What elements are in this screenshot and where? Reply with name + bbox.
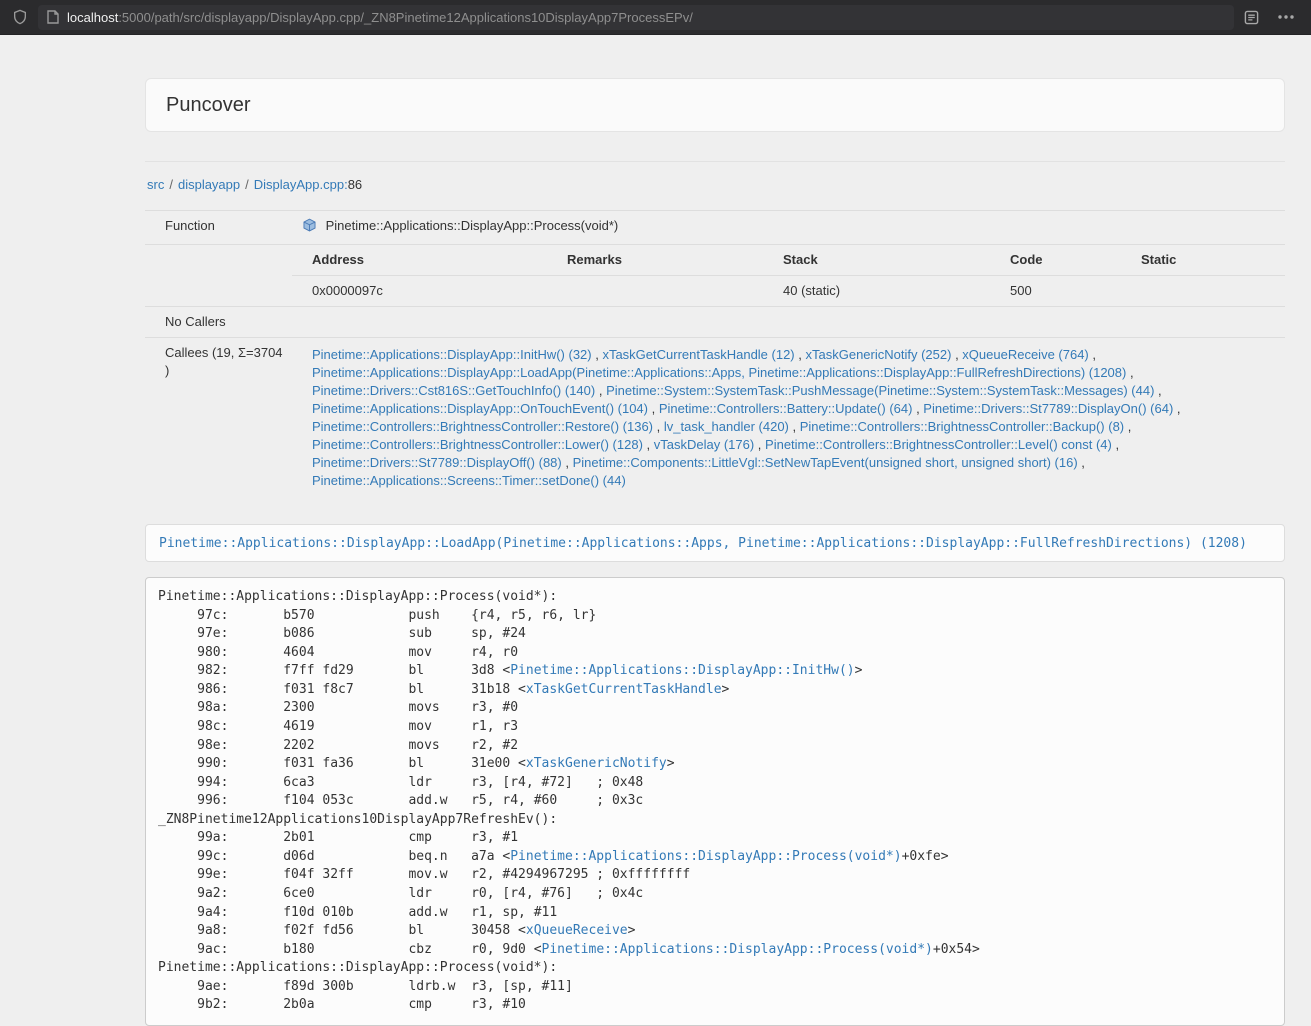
no-callers-cell (292, 307, 1285, 338)
column-stack: Stack (763, 245, 990, 276)
shield-icon[interactable] (12, 8, 28, 26)
callee-separator: , (653, 419, 664, 434)
breadcrumb-separator: / (169, 177, 173, 192)
callee-separator: , (789, 419, 800, 434)
callee-link[interactable]: vTaskDelay (176) (654, 437, 754, 452)
url-host: localhost (67, 10, 118, 25)
detail-value-row: 0x0000097c 40 (static) 500 (292, 276, 1285, 307)
breadcrumb-separator: / (245, 177, 249, 192)
callee-link[interactable]: Pinetime::Controllers::BrightnessControl… (800, 419, 1124, 434)
symbol-detail-row: Address Remarks Stack Code Static 0x0000… (145, 245, 1285, 307)
callee-separator: , (1089, 347, 1096, 362)
callee-link[interactable]: Pinetime::Applications::DisplayApp::OnTo… (312, 401, 648, 416)
selected-symbol-link[interactable]: Pinetime::Applications::DisplayApp::Load… (159, 536, 1247, 551)
callee-separator: , (754, 437, 765, 452)
app-header: Puncover (145, 78, 1285, 132)
column-code: Code (990, 245, 1121, 276)
callees-list: Pinetime::Applications::DisplayApp::Init… (292, 338, 1285, 503)
callee-separator: , (562, 455, 573, 470)
function-row: Function Pinetime::Applications::Display… (145, 211, 1285, 245)
symbol-detail-table: Address Remarks Stack Code Static 0x0000… (292, 245, 1285, 306)
disassembly-symbol-link[interactable]: xTaskGenericNotify (526, 756, 667, 771)
value-remarks (547, 276, 763, 307)
callees-row: Callees (19, Σ=3704 ) Pinetime::Applicat… (145, 338, 1285, 503)
callee-separator: , (595, 383, 606, 398)
callee-separator: , (1124, 419, 1131, 434)
callee-separator: , (643, 437, 654, 452)
disassembly-symbol-link[interactable]: xQueueReceive (526, 923, 628, 938)
callee-separator: , (912, 401, 923, 416)
main-content: Puncover src / displayapp / DisplayApp.cpp:8… (145, 78, 1285, 1026)
callee-link[interactable]: Pinetime::Components::LittleVgl::SetNewT… (573, 455, 1078, 470)
callee-separator: , (1173, 401, 1180, 416)
callee-link[interactable]: Pinetime::Applications::DisplayApp::Init… (312, 347, 592, 362)
breadcrumb-link-displayapp[interactable]: displayapp (178, 177, 240, 192)
page-icon (47, 10, 59, 24)
divider (145, 161, 1285, 162)
breadcrumb: src / displayapp / DisplayApp.cpp:86 (147, 176, 1285, 194)
disassembly-symbol-link[interactable]: Pinetime::Applications::DisplayApp::Init… (510, 663, 854, 678)
value-static (1121, 276, 1285, 307)
value-address: 0x0000097c (292, 276, 547, 307)
callee-link[interactable]: Pinetime::Drivers::St7789::DisplayOff() … (312, 455, 562, 470)
callee-separator: , (795, 347, 806, 362)
callee-link[interactable]: xTaskGetCurrentTaskHandle (12) (602, 347, 794, 362)
function-name-cell: Pinetime::Applications::DisplayApp::Proc… (292, 211, 1285, 245)
toolbar-actions (1244, 10, 1295, 25)
url-path: :5000/path/src/displayapp/DisplayApp.cpp… (118, 10, 693, 25)
callee-link[interactable]: Pinetime::Drivers::St7789::DisplayOn() (… (923, 401, 1173, 416)
function-row-label: Function (145, 211, 292, 245)
callee-link[interactable]: Pinetime::Drivers::Cst816S::GetTouchInfo… (312, 383, 595, 398)
column-static: Static (1121, 245, 1285, 276)
breadcrumb-line-number: 86 (348, 177, 362, 192)
callee-link[interactable]: Pinetime::Applications::DisplayApp::Load… (312, 365, 1126, 380)
reader-mode-icon[interactable] (1244, 10, 1259, 25)
callee-separator: , (951, 347, 962, 362)
callee-link[interactable]: xQueueReceive (764) (962, 347, 1088, 362)
column-address: Address (292, 245, 547, 276)
breadcrumb-link-file[interactable]: DisplayApp.cpp: (254, 177, 348, 192)
no-callers-row: No Callers (145, 307, 1285, 338)
callee-link[interactable]: Pinetime::Controllers::BrightnessControl… (312, 419, 653, 434)
symbol-cube-icon (302, 221, 321, 236)
disassembly-symbol-link[interactable]: Pinetime::Applications::DisplayApp::Proc… (542, 942, 933, 957)
browser-chrome: localhost:5000/path/src/displayapp/Displ… (0, 0, 1311, 35)
function-name: Pinetime::Applications::DisplayApp::Proc… (326, 218, 619, 233)
callee-separator: , (648, 401, 659, 416)
no-callers-label: No Callers (145, 307, 292, 338)
callee-link[interactable]: lv_task_handler (420) (664, 419, 789, 434)
callee-separator: , (1154, 383, 1161, 398)
callee-separator: , (1112, 437, 1119, 452)
callee-link[interactable]: Pinetime::Controllers::BrightnessControl… (312, 437, 643, 452)
callee-link[interactable]: Pinetime::Applications::Screens::Timer::… (312, 473, 626, 488)
breadcrumb-link-src[interactable]: src (147, 177, 164, 192)
disassembly-symbol-link[interactable]: xTaskGetCurrentTaskHandle (526, 682, 722, 697)
disassembly-symbol-link[interactable]: Pinetime::Applications::DisplayApp::Proc… (510, 849, 901, 864)
disassembly-pre: Pinetime::Applications::DisplayApp::Proc… (145, 577, 1285, 1026)
callee-link[interactable]: Pinetime::System::SystemTask::PushMessag… (606, 383, 1154, 398)
callees-label: Callees (19, Σ=3704 ) (145, 338, 292, 503)
callee-link[interactable]: Pinetime::Controllers::Battery::Update()… (659, 401, 913, 416)
value-stack: 40 (static) (763, 276, 990, 307)
menu-ellipsis-icon[interactable] (1277, 14, 1295, 20)
callee-separator: , (1126, 365, 1133, 380)
value-code: 500 (990, 276, 1121, 307)
page-title: Puncover (166, 92, 1264, 118)
detail-header-row: Address Remarks Stack Code Static (292, 245, 1285, 276)
callee-separator: , (1078, 455, 1085, 470)
function-table: Function Pinetime::Applications::Display… (145, 210, 1285, 502)
selected-symbol-box: Pinetime::Applications::DisplayApp::Load… (145, 524, 1285, 562)
callee-separator: , (592, 347, 603, 362)
callee-link[interactable]: xTaskGenericNotify (252) (806, 347, 952, 362)
column-remarks: Remarks (547, 245, 763, 276)
callee-link[interactable]: Pinetime::Controllers::BrightnessControl… (765, 437, 1112, 452)
spacer-cell (145, 245, 292, 307)
url-bar[interactable]: localhost:5000/path/src/displayapp/Displ… (38, 5, 1234, 30)
